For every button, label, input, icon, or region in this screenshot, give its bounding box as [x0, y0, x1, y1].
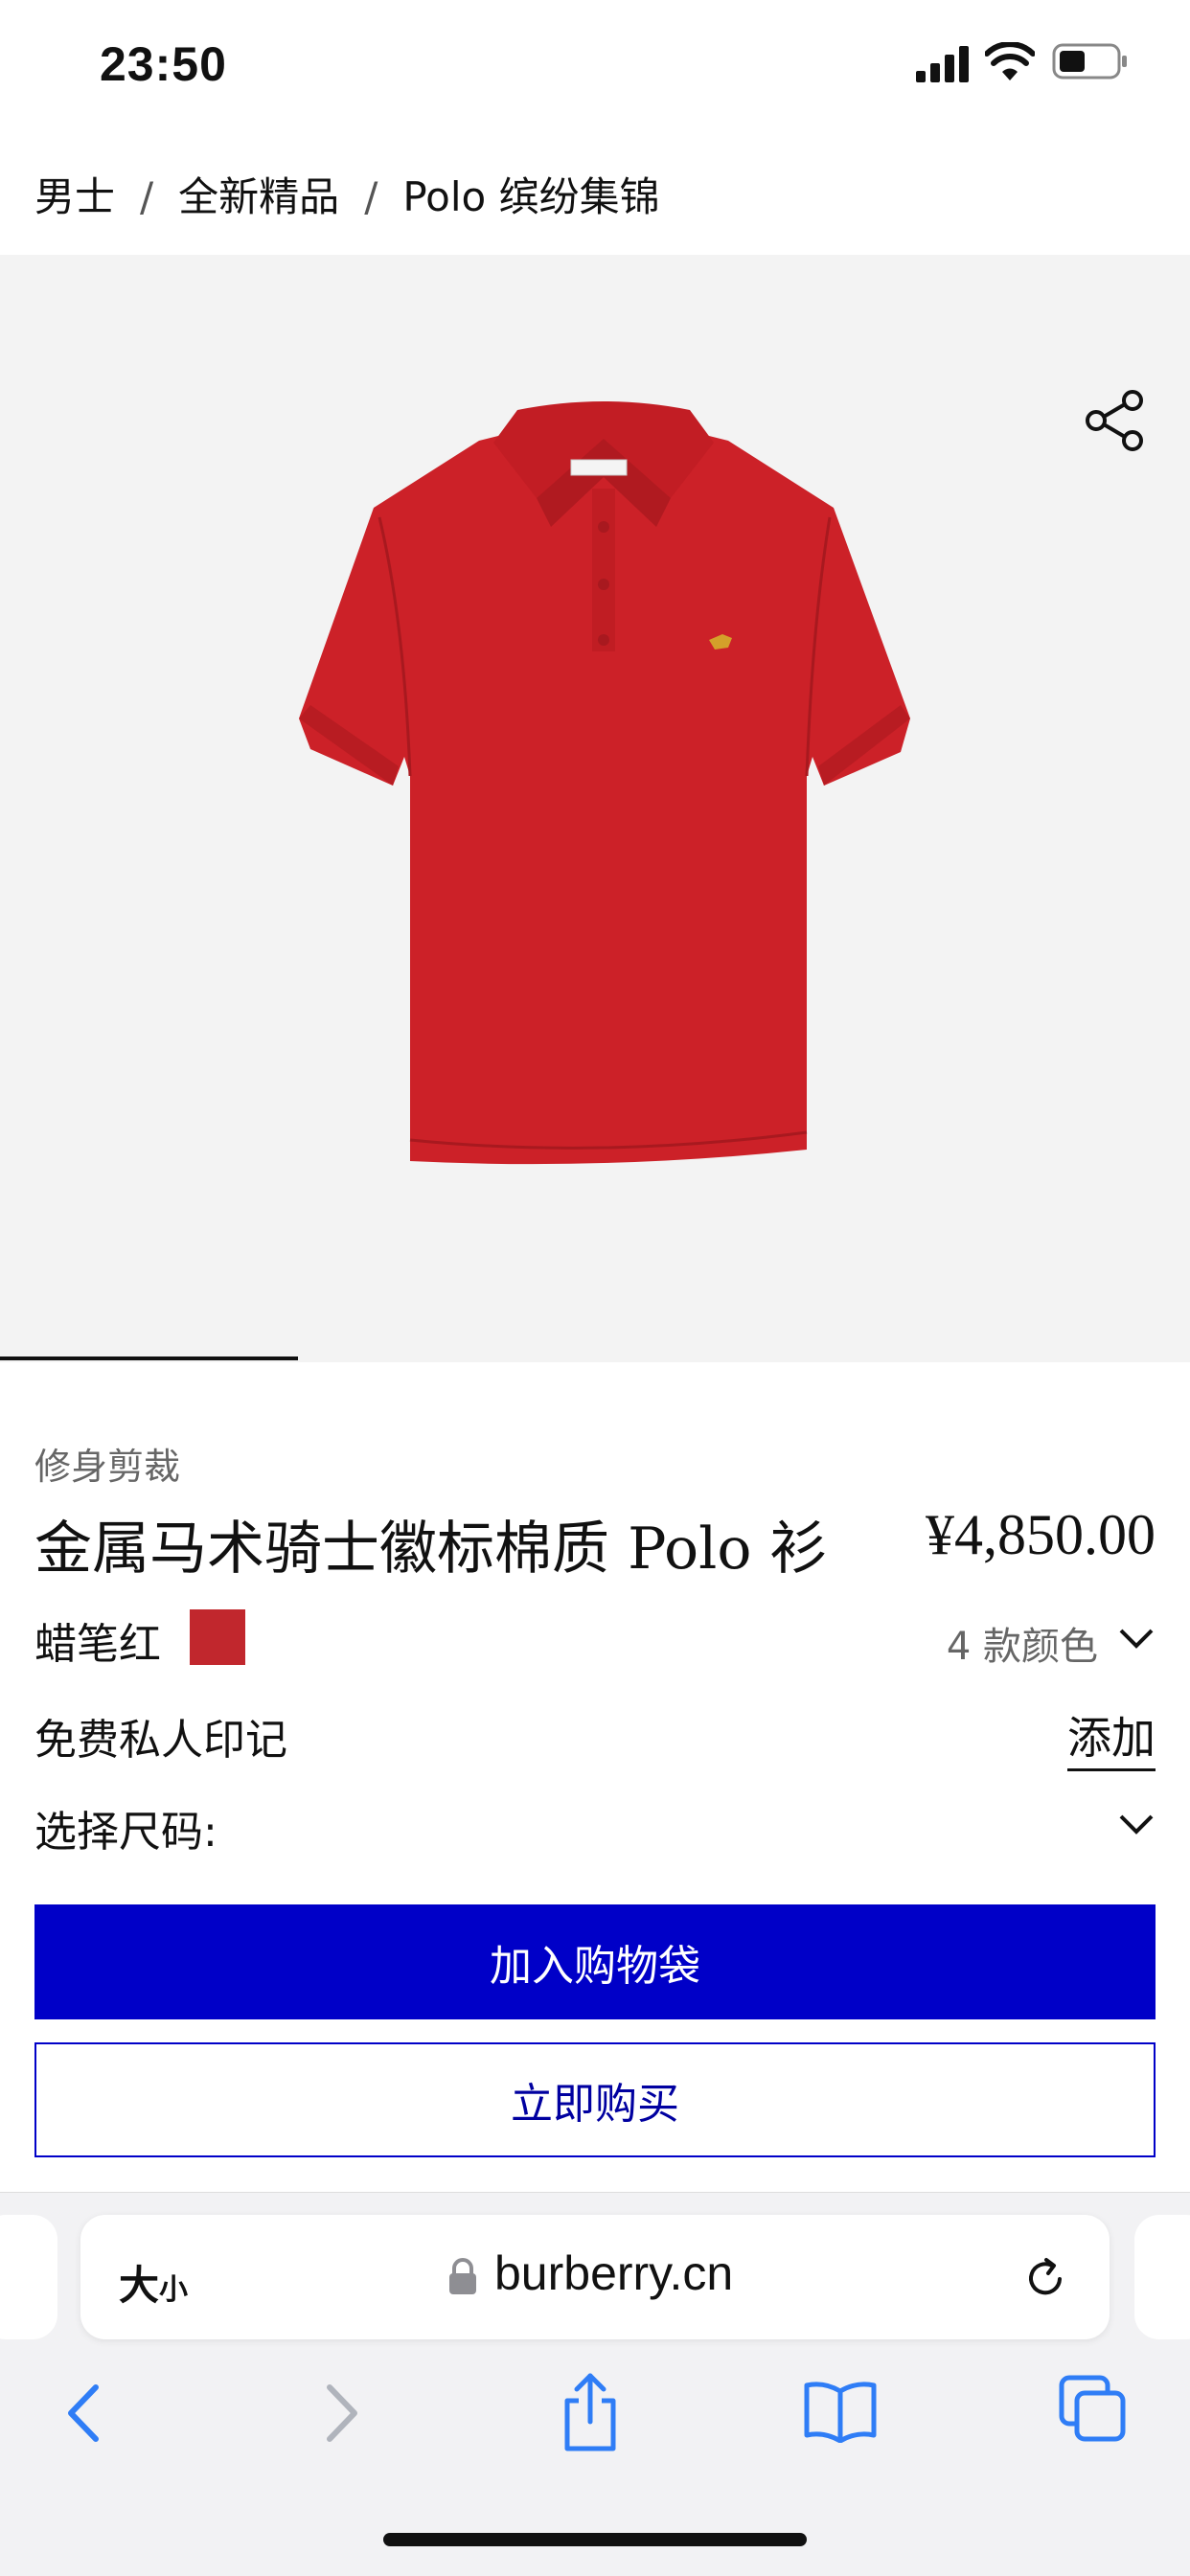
- chevron-down-icon[interactable]: [1117, 1805, 1156, 1843]
- forward-icon[interactable]: [320, 2382, 364, 2445]
- product-title: 金属马术骑士徽标棉质 Polo 衫: [34, 1516, 828, 1583]
- share-icon[interactable]: [1081, 387, 1148, 454]
- breadcrumb-item-polo-collection[interactable]: Polo 缤纷集锦: [402, 173, 659, 220]
- breadcrumb: 男士 / 全新精品 / Polo 缤纷集锦: [34, 165, 660, 223]
- buy-now-button[interactable]: 立即购买: [34, 2042, 1156, 2157]
- status-time: 23:50: [100, 37, 227, 91]
- monogram-label: 免费私人印记: [34, 1716, 287, 1765]
- wifi-icon: [985, 42, 1035, 80]
- size-select[interactable]: 选择尺码:: [34, 1797, 217, 1858]
- tabs-icon[interactable]: [1058, 2374, 1127, 2443]
- adjacent-tab-right[interactable]: [1134, 2215, 1190, 2339]
- battery-icon: [1052, 43, 1127, 80]
- breadcrumb-item-new-arrivals[interactable]: 全新精品: [178, 173, 339, 220]
- lock-icon: [449, 2258, 476, 2294]
- text-size-small: 小: [159, 2273, 189, 2307]
- color-swatch[interactable]: [190, 1609, 245, 1665]
- back-icon[interactable]: [61, 2382, 105, 2445]
- product-image-polo-shirt[interactable]: [287, 383, 920, 1178]
- reload-icon[interactable]: [1021, 2255, 1069, 2303]
- share-sheet-icon[interactable]: [560, 2372, 621, 2452]
- breadcrumb-item-men[interactable]: 男士: [34, 173, 115, 220]
- breadcrumb-separator: /: [140, 173, 154, 220]
- product-price: ¥4,850.00: [926, 1503, 1156, 1566]
- adjacent-tab-left[interactable]: [0, 2215, 57, 2339]
- text-size-button[interactable]: 大小: [119, 2253, 188, 2312]
- cellular-signal-icon: [916, 46, 969, 82]
- home-indicator: [383, 2533, 807, 2546]
- bookmarks-icon[interactable]: [803, 2380, 878, 2443]
- color-options-toggle[interactable]: 4 款颜色: [947, 1615, 1098, 1671]
- add-to-bag-button[interactable]: 加入购物袋: [34, 1904, 1156, 2019]
- url-text[interactable]: burberry.cn: [494, 2245, 733, 2301]
- breadcrumb-separator: /: [364, 173, 378, 220]
- monogram-add-link[interactable]: 添加: [1067, 1703, 1156, 1771]
- chevron-down-icon[interactable]: [1117, 1619, 1156, 1657]
- product-fit-label: 修身剪裁: [34, 1446, 181, 1488]
- color-name: 蜡笔红: [34, 1620, 161, 1669]
- gallery-progress-indicator: [0, 1356, 298, 1360]
- text-size-big: 大: [119, 2262, 160, 2309]
